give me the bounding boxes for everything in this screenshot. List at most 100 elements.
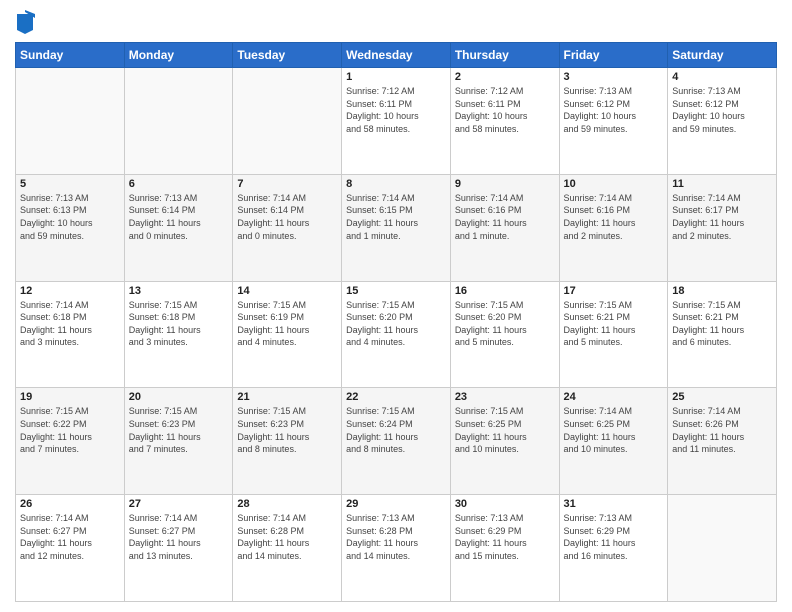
- calendar-cell: 25 Sunrise: 7:14 AM Sunset: 6:26 PM Dayli…: [668, 388, 777, 495]
- calendar-cell: 15 Sunrise: 7:15 AM Sunset: 6:20 PM Dayli…: [342, 281, 451, 388]
- day-info: Sunrise: 7:15 AM Sunset: 6:21 PM Dayligh…: [564, 299, 664, 349]
- day-info: Sunrise: 7:14 AM Sunset: 6:14 PM Dayligh…: [237, 192, 337, 242]
- calendar-cell: 26 Sunrise: 7:14 AM Sunset: 6:27 PM Dayli…: [16, 495, 125, 602]
- day-header-tuesday: Tuesday: [233, 43, 342, 68]
- day-info: Sunrise: 7:15 AM Sunset: 6:23 PM Dayligh…: [129, 405, 229, 455]
- day-info: Sunrise: 7:15 AM Sunset: 6:21 PM Dayligh…: [672, 299, 772, 349]
- header: [15, 10, 777, 34]
- day-info: Sunrise: 7:13 AM Sunset: 6:12 PM Dayligh…: [564, 85, 664, 135]
- logo-icon: [15, 10, 35, 34]
- day-number: 25: [672, 391, 772, 403]
- page: SundayMondayTuesdayWednesdayThursdayFrid…: [0, 0, 792, 612]
- day-info: Sunrise: 7:13 AM Sunset: 6:14 PM Dayligh…: [129, 192, 229, 242]
- day-info: Sunrise: 7:14 AM Sunset: 6:17 PM Dayligh…: [672, 192, 772, 242]
- day-number: 30: [455, 498, 555, 510]
- calendar-cell: 31 Sunrise: 7:13 AM Sunset: 6:29 PM Dayli…: [559, 495, 668, 602]
- day-info: Sunrise: 7:13 AM Sunset: 6:13 PM Dayligh…: [20, 192, 120, 242]
- day-number: 3: [564, 71, 664, 83]
- day-info: Sunrise: 7:13 AM Sunset: 6:29 PM Dayligh…: [455, 512, 555, 562]
- calendar-cell: 7 Sunrise: 7:14 AM Sunset: 6:14 PM Daylig…: [233, 174, 342, 281]
- day-number: 8: [346, 178, 446, 190]
- day-number: 9: [455, 178, 555, 190]
- day-number: 13: [129, 285, 229, 297]
- calendar-cell: 2 Sunrise: 7:12 AM Sunset: 6:11 PM Daylig…: [450, 68, 559, 175]
- day-info: Sunrise: 7:14 AM Sunset: 6:27 PM Dayligh…: [129, 512, 229, 562]
- day-number: 14: [237, 285, 337, 297]
- day-info: Sunrise: 7:12 AM Sunset: 6:11 PM Dayligh…: [455, 85, 555, 135]
- calendar-cell: 29 Sunrise: 7:13 AM Sunset: 6:28 PM Dayli…: [342, 495, 451, 602]
- day-number: 22: [346, 391, 446, 403]
- day-number: 12: [20, 285, 120, 297]
- calendar-cell: [668, 495, 777, 602]
- day-number: 4: [672, 71, 772, 83]
- day-header-thursday: Thursday: [450, 43, 559, 68]
- calendar-cell: [124, 68, 233, 175]
- calendar-cell: 19Sunrise: 7:15 AM Sunset: 6:22 PM Dayli…: [16, 388, 125, 495]
- calendar-cell: 24 Sunrise: 7:14 AM Sunset: 6:25 PM Dayli…: [559, 388, 668, 495]
- calendar-cell: 5Sunrise: 7:13 AM Sunset: 6:13 PM Daylig…: [16, 174, 125, 281]
- calendar-week-row: 12 Sunrise: 7:14 AM Sunset: 6:18 PM Dayli…: [16, 281, 777, 388]
- day-info: Sunrise: 7:14 AM Sunset: 6:16 PM Dayligh…: [455, 192, 555, 242]
- day-info: Sunrise: 7:14 AM Sunset: 6:28 PM Dayligh…: [237, 512, 337, 562]
- day-info: Sunrise: 7:13 AM Sunset: 6:29 PM Dayligh…: [564, 512, 664, 562]
- calendar-cell: 23 Sunrise: 7:15 AM Sunset: 6:25 PM Dayli…: [450, 388, 559, 495]
- day-number: 16: [455, 285, 555, 297]
- day-header-monday: Monday: [124, 43, 233, 68]
- day-number: 26: [20, 498, 120, 510]
- day-number: 2: [455, 71, 555, 83]
- day-number: 23: [455, 391, 555, 403]
- calendar-header-row: SundayMondayTuesdayWednesdayThursdayFrid…: [16, 43, 777, 68]
- calendar-table: SundayMondayTuesdayWednesdayThursdayFrid…: [15, 42, 777, 602]
- calendar-cell: 28Sunrise: 7:14 AM Sunset: 6:28 PM Dayli…: [233, 495, 342, 602]
- day-info: Sunrise: 7:15 AM Sunset: 6:20 PM Dayligh…: [346, 299, 446, 349]
- calendar-week-row: 1 Sunrise: 7:12 AM Sunset: 6:11 PM Daylig…: [16, 68, 777, 175]
- day-info: Sunrise: 7:14 AM Sunset: 6:27 PM Dayligh…: [20, 512, 120, 562]
- day-header-friday: Friday: [559, 43, 668, 68]
- calendar-cell: 22 Sunrise: 7:15 AM Sunset: 6:24 PM Dayli…: [342, 388, 451, 495]
- calendar-cell: 4 Sunrise: 7:13 AM Sunset: 6:12 PM Daylig…: [668, 68, 777, 175]
- calendar-cell: 30 Sunrise: 7:13 AM Sunset: 6:29 PM Dayli…: [450, 495, 559, 602]
- day-number: 17: [564, 285, 664, 297]
- calendar-week-row: 5Sunrise: 7:13 AM Sunset: 6:13 PM Daylig…: [16, 174, 777, 281]
- calendar-cell: [233, 68, 342, 175]
- day-header-sunday: Sunday: [16, 43, 125, 68]
- day-number: 29: [346, 498, 446, 510]
- calendar-cell: 20 Sunrise: 7:15 AM Sunset: 6:23 PM Dayli…: [124, 388, 233, 495]
- calendar-cell: 16 Sunrise: 7:15 AM Sunset: 6:20 PM Dayli…: [450, 281, 559, 388]
- day-info: Sunrise: 7:14 AM Sunset: 6:18 PM Dayligh…: [20, 299, 120, 349]
- calendar-cell: 3 Sunrise: 7:13 AM Sunset: 6:12 PM Daylig…: [559, 68, 668, 175]
- day-number: 1: [346, 71, 446, 83]
- calendar-week-row: 26 Sunrise: 7:14 AM Sunset: 6:27 PM Dayli…: [16, 495, 777, 602]
- day-info: Sunrise: 7:14 AM Sunset: 6:25 PM Dayligh…: [564, 405, 664, 455]
- day-number: 21: [237, 391, 337, 403]
- day-number: 31: [564, 498, 664, 510]
- day-info: Sunrise: 7:15 AM Sunset: 6:24 PM Dayligh…: [346, 405, 446, 455]
- calendar-cell: 6 Sunrise: 7:13 AM Sunset: 6:14 PM Daylig…: [124, 174, 233, 281]
- day-info: Sunrise: 7:13 AM Sunset: 6:28 PM Dayligh…: [346, 512, 446, 562]
- day-info: Sunrise: 7:14 AM Sunset: 6:16 PM Dayligh…: [564, 192, 664, 242]
- day-number: 20: [129, 391, 229, 403]
- calendar-cell: 9 Sunrise: 7:14 AM Sunset: 6:16 PM Daylig…: [450, 174, 559, 281]
- day-number: 6: [129, 178, 229, 190]
- day-info: Sunrise: 7:15 AM Sunset: 6:22 PM Dayligh…: [20, 405, 120, 455]
- calendar-cell: 8 Sunrise: 7:14 AM Sunset: 6:15 PM Daylig…: [342, 174, 451, 281]
- day-number: 27: [129, 498, 229, 510]
- day-info: Sunrise: 7:15 AM Sunset: 6:25 PM Dayligh…: [455, 405, 555, 455]
- day-number: 11: [672, 178, 772, 190]
- calendar-cell: 12 Sunrise: 7:14 AM Sunset: 6:18 PM Dayli…: [16, 281, 125, 388]
- calendar-cell: [16, 68, 125, 175]
- day-number: 15: [346, 285, 446, 297]
- calendar-week-row: 19Sunrise: 7:15 AM Sunset: 6:22 PM Dayli…: [16, 388, 777, 495]
- calendar-cell: 27 Sunrise: 7:14 AM Sunset: 6:27 PM Dayli…: [124, 495, 233, 602]
- day-info: Sunrise: 7:15 AM Sunset: 6:20 PM Dayligh…: [455, 299, 555, 349]
- day-number: 24: [564, 391, 664, 403]
- calendar-cell: 13Sunrise: 7:15 AM Sunset: 6:18 PM Dayli…: [124, 281, 233, 388]
- calendar-cell: 17 Sunrise: 7:15 AM Sunset: 6:21 PM Dayli…: [559, 281, 668, 388]
- day-info: Sunrise: 7:14 AM Sunset: 6:15 PM Dayligh…: [346, 192, 446, 242]
- day-info: Sunrise: 7:14 AM Sunset: 6:26 PM Dayligh…: [672, 405, 772, 455]
- day-header-saturday: Saturday: [668, 43, 777, 68]
- day-header-wednesday: Wednesday: [342, 43, 451, 68]
- day-info: Sunrise: 7:13 AM Sunset: 6:12 PM Dayligh…: [672, 85, 772, 135]
- day-number: 7: [237, 178, 337, 190]
- calendar-cell: 10Sunrise: 7:14 AM Sunset: 6:16 PM Dayli…: [559, 174, 668, 281]
